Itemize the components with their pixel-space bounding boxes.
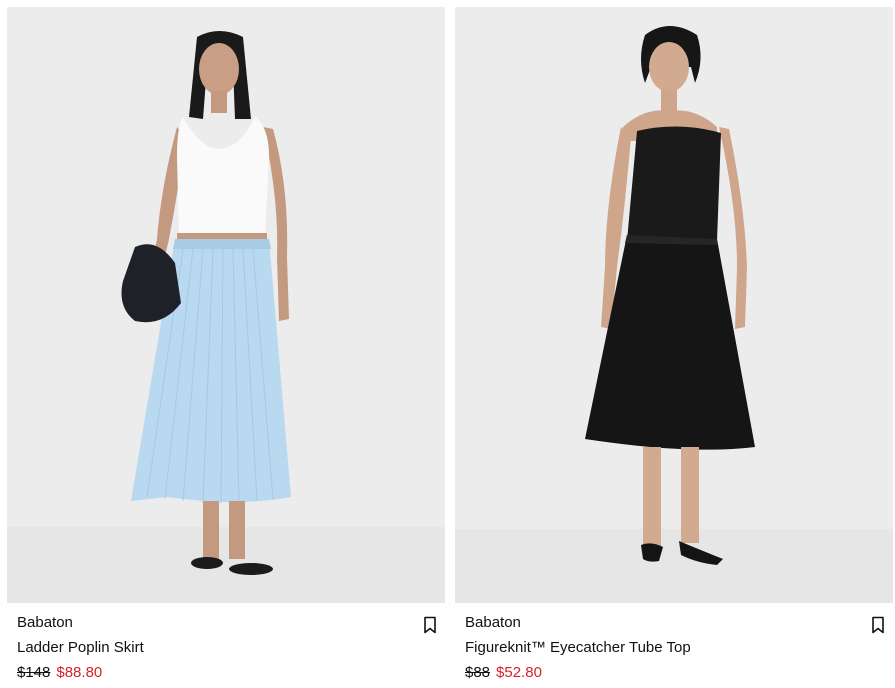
original-price: $88	[465, 664, 491, 681]
sale-price: $52.80	[496, 664, 542, 681]
product-info: Babaton Figureknit™ Eyecatcher Tube Top …	[455, 603, 893, 688]
product-image-ladder-poplin-skirt[interactable]	[7, 7, 445, 603]
bookmark-icon[interactable]	[423, 616, 437, 634]
product-price: $148 $88.80	[17, 664, 102, 682]
product-photo	[455, 7, 893, 603]
product-info: Babaton Ladder Poplin Skirt $148 $88.80	[7, 603, 445, 688]
sale-price: $88.80	[56, 664, 103, 681]
product-name[interactable]: Ladder Poplin Skirt	[17, 639, 144, 657]
product-image-figureknit-tube-top[interactable]	[455, 7, 893, 603]
original-price: $148	[17, 664, 51, 681]
product-brand[interactable]: Babaton	[17, 614, 73, 632]
product-brand[interactable]: Babaton	[465, 614, 521, 632]
product-name[interactable]: Figureknit™ Eyecatcher Tube Top	[465, 639, 691, 657]
product-card[interactable]: Babaton Figureknit™ Eyecatcher Tube Top …	[455, 7, 893, 688]
product-card[interactable]: Babaton Ladder Poplin Skirt $148 $88.80	[7, 7, 445, 688]
product-grid: Babaton Ladder Poplin Skirt $148 $88.80	[0, 0, 895, 688]
bookmark-icon[interactable]	[871, 616, 885, 634]
product-price: $88 $52.80	[465, 664, 542, 682]
product-photo	[7, 7, 445, 603]
